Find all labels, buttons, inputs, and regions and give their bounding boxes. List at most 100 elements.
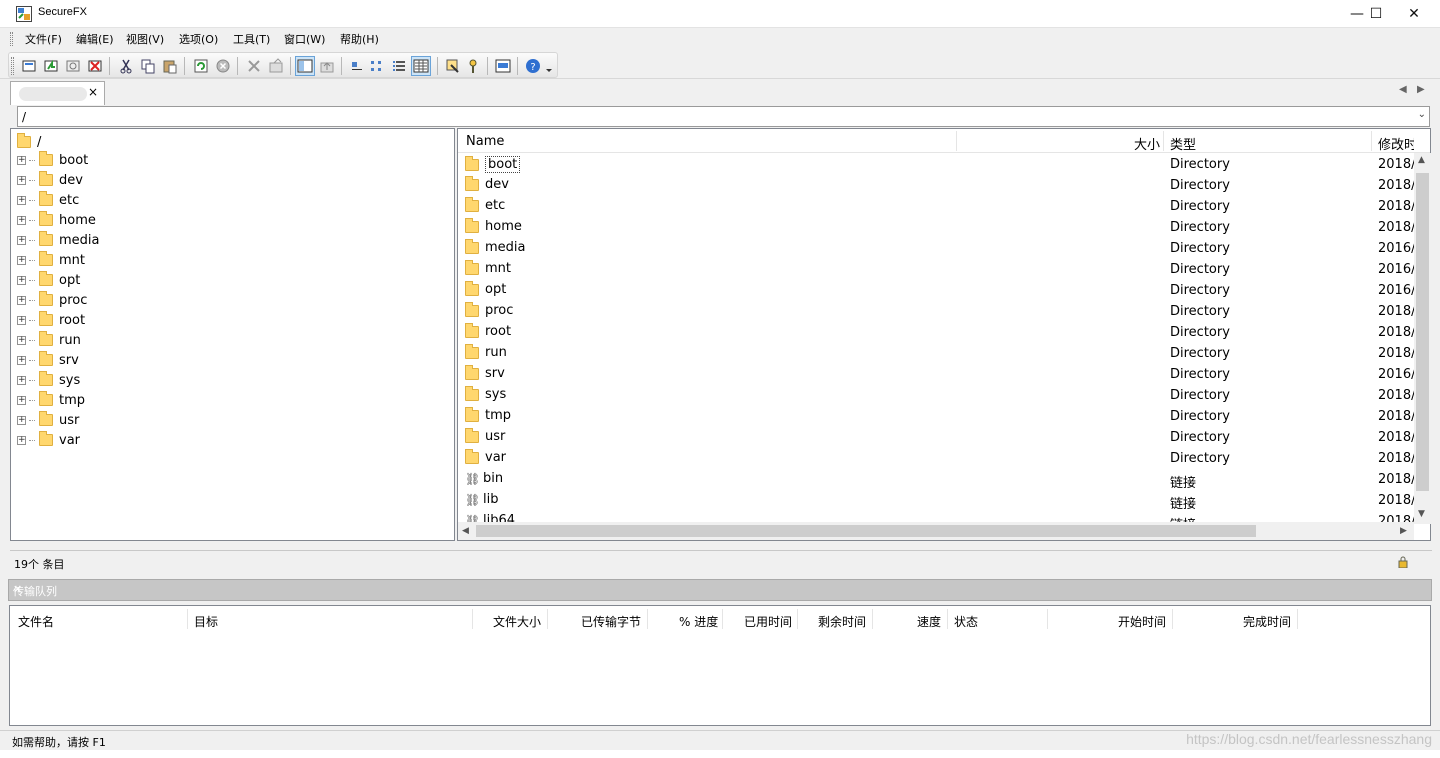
quick-connect-icon[interactable] — [41, 56, 61, 76]
menu-edit[interactable]: 编辑(E) — [76, 31, 114, 47]
horizontal-scroll-thumb[interactable] — [476, 525, 1256, 537]
file-list[interactable]: Name 大小 类型 修改时 boot Directory 2018/dev Dire… — [457, 128, 1431, 541]
delete-icon[interactable] — [244, 56, 264, 76]
vertical-scroll-thumb[interactable] — [1416, 173, 1429, 491]
tree-item-boot[interactable]: + boot — [17, 151, 88, 169]
column-divider[interactable] — [956, 131, 957, 151]
transfer-queue-list[interactable]: 文件名 目标 文件大小 已传输字节 % 进度 已用时间 剩余时间 速度 状态 开… — [9, 605, 1431, 726]
stop-icon[interactable] — [213, 56, 233, 76]
tree-item-etc[interactable]: + etc — [17, 191, 79, 209]
tree-item-srv[interactable]: + srv — [17, 351, 79, 369]
paste-icon[interactable] — [160, 56, 180, 76]
file-row-proc[interactable]: proc Directory 2018/ — [458, 301, 1414, 322]
file-row-sys[interactable]: sys Directory 2018/ — [458, 385, 1414, 406]
queue-col-filename[interactable]: 文件名 — [18, 613, 54, 630]
menu-view[interactable]: 视图(V) — [126, 31, 164, 47]
expand-icon[interactable]: + — [17, 315, 26, 325]
expand-icon[interactable]: + — [17, 335, 26, 345]
large-icons-view-icon[interactable] — [347, 56, 367, 76]
vertical-scrollbar[interactable]: ▲ ▼ — [1414, 153, 1431, 524]
tree-item-tmp[interactable]: + tmp — [17, 391, 85, 409]
expand-icon[interactable]: + — [17, 195, 26, 205]
properties-icon[interactable] — [266, 56, 286, 76]
column-header-type[interactable]: 类型 — [1170, 134, 1196, 153]
queue-col-progress[interactable]: % 进度 — [679, 613, 718, 630]
expand-icon[interactable]: + — [17, 415, 26, 425]
toolbar-overflow-icon[interactable] — [543, 56, 555, 76]
queue-col-end-time[interactable]: 完成时间 — [1243, 613, 1291, 630]
tree-item-dev[interactable]: + dev — [17, 171, 83, 189]
cut-icon[interactable] — [116, 56, 136, 76]
folder-tree[interactable]: / + boot + dev + etc + home + media + mnt + opt… — [10, 128, 455, 541]
file-row-boot[interactable]: boot Directory 2018/ — [458, 154, 1414, 175]
expand-icon[interactable]: + — [17, 255, 26, 265]
tree-item-opt[interactable]: + opt — [17, 271, 80, 289]
small-icons-view-icon[interactable] — [367, 56, 387, 76]
tree-root[interactable]: / — [17, 133, 41, 151]
file-row-media[interactable]: media Directory 2016/ — [458, 238, 1414, 259]
tree-item-usr[interactable]: + usr — [17, 411, 79, 429]
chevron-down-icon[interactable]: ⌄ — [1418, 109, 1426, 120]
column-header-size[interactable]: 大小 — [1134, 134, 1160, 153]
column-header-name[interactable]: Name — [466, 134, 504, 149]
file-row-run[interactable]: run Directory 2018/ — [458, 343, 1414, 364]
toggle-tree-icon[interactable] — [295, 56, 315, 76]
expand-icon[interactable]: + — [17, 215, 26, 225]
disconnect-icon[interactable] — [85, 56, 105, 76]
expand-icon[interactable]: + — [17, 435, 26, 445]
column-divider[interactable] — [1371, 131, 1372, 151]
horizontal-scrollbar[interactable]: ◀ ▶ — [458, 522, 1414, 540]
scroll-down-icon[interactable]: ▼ — [1418, 509, 1425, 519]
tree-item-var[interactable]: + var — [17, 431, 80, 449]
queue-col-remaining[interactable]: 剩余时间 — [818, 613, 866, 630]
expand-icon[interactable]: + — [17, 295, 26, 305]
column-header-modified[interactable]: 修改时 — [1378, 134, 1414, 153]
tree-item-sys[interactable]: + sys — [17, 371, 80, 389]
expand-icon[interactable]: + — [17, 355, 26, 365]
list-view-icon[interactable] — [389, 56, 409, 76]
help-icon[interactable]: ? — [523, 56, 543, 76]
scroll-left-icon[interactable]: ◀ — [462, 526, 469, 536]
path-combobox[interactable]: / ⌄ — [17, 106, 1430, 127]
tree-item-root[interactable]: + root — [17, 311, 85, 329]
queue-col-status[interactable]: 状态 — [954, 613, 978, 630]
queue-col-speed[interactable]: 速度 — [917, 613, 941, 630]
tree-item-run[interactable]: + run — [17, 331, 81, 349]
sync-icon[interactable] — [443, 56, 463, 76]
menu-window[interactable]: 窗口(W) — [284, 31, 325, 47]
queue-close-icon[interactable]: ✕ — [13, 583, 1425, 596]
queue-col-transferred[interactable]: 已传输字节 — [581, 613, 641, 630]
scroll-up-icon[interactable]: ▲ — [1418, 155, 1425, 165]
file-row-home[interactable]: home Directory 2018/ — [458, 217, 1414, 238]
menu-help[interactable]: 帮助(H) — [340, 31, 379, 47]
queue-col-target[interactable]: 目标 — [194, 613, 218, 630]
details-view-icon[interactable] — [411, 56, 431, 76]
expand-icon[interactable]: + — [17, 155, 26, 165]
file-row-mnt[interactable]: mnt Directory 2016/ — [458, 259, 1414, 280]
expand-icon[interactable]: + — [17, 175, 26, 185]
menu-tools[interactable]: 工具(T) — [233, 31, 270, 47]
tab-scroll-right-icon[interactable]: ▶ — [1417, 84, 1425, 95]
session-tab[interactable]: × — [10, 81, 105, 105]
file-row-etc[interactable]: etc Directory 2018/ — [458, 196, 1414, 217]
tree-item-mnt[interactable]: + mnt — [17, 251, 85, 269]
tree-item-home[interactable]: + home — [17, 211, 96, 229]
reconnect-icon[interactable] — [63, 56, 83, 76]
file-row-var[interactable]: var Directory 2018/ — [458, 448, 1414, 469]
tree-item-media[interactable]: + media — [17, 231, 100, 249]
menu-options[interactable]: 选项(O) — [179, 31, 218, 47]
menu-file[interactable]: 文件(F) — [25, 31, 62, 47]
queue-col-size[interactable]: 文件大小 — [493, 613, 541, 630]
expand-icon[interactable]: + — [17, 375, 26, 385]
column-divider[interactable] — [1163, 131, 1164, 151]
close-window-button[interactable]: ✕ — [1394, 0, 1434, 28]
queue-col-start-time[interactable]: 开始时间 — [1118, 613, 1166, 630]
file-row-bin[interactable]: ⛓ bin 链接 2018/ — [458, 469, 1414, 491]
connect-icon[interactable] — [19, 56, 39, 76]
key-icon[interactable] — [463, 56, 483, 76]
tab-scroll-left-icon[interactable]: ◀ — [1399, 84, 1407, 95]
file-row-lib[interactable]: ⛓ lib 链接 2018/ — [458, 490, 1414, 512]
copy-icon[interactable] — [138, 56, 158, 76]
tree-item-proc[interactable]: + proc — [17, 291, 87, 309]
maximize-button[interactable]: ☐ — [1356, 0, 1396, 28]
